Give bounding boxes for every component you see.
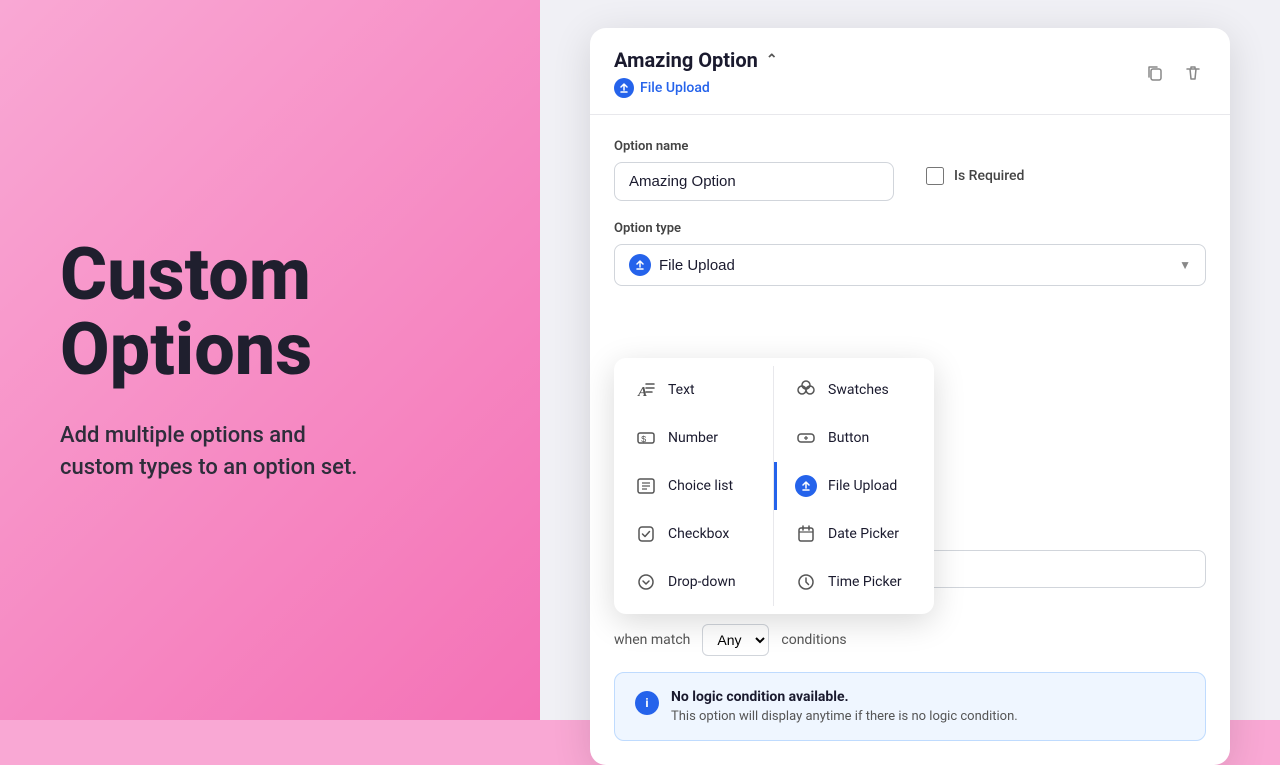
dropdown-item-text[interactable]: A Text xyxy=(614,366,773,414)
number-label: Number xyxy=(668,430,718,446)
swatches-label: Swatches xyxy=(828,382,889,398)
dropdown-item-checkbox[interactable]: Checkbox xyxy=(614,510,773,558)
dropdown-grid: A Text $ xyxy=(614,366,934,606)
card-header-actions xyxy=(1142,60,1206,86)
dropdown-col-left: A Text $ xyxy=(614,366,774,606)
option-name-input[interactable] xyxy=(614,162,894,201)
copy-icon xyxy=(1146,64,1164,82)
file-upload-badge: File Upload xyxy=(614,78,778,98)
button-icon xyxy=(794,426,818,450)
headline: Custom Options xyxy=(60,237,480,388)
option-type-label: Option type xyxy=(614,221,1206,236)
option-type-group: Option type File Upload ▼ xyxy=(614,221,1206,286)
card-body: Option name Is Required Option type xyxy=(590,115,1230,306)
logic-box-description: This option will display anytime if ther… xyxy=(671,709,1018,724)
delete-button[interactable] xyxy=(1180,60,1206,86)
text-icon: A xyxy=(634,378,658,402)
option-name-label: Option name xyxy=(614,139,894,154)
dropdown-item-time-picker[interactable]: Time Picker xyxy=(774,558,934,606)
dropdown-item-choice-list[interactable]: Choice list xyxy=(614,462,773,510)
is-required-checkbox[interactable] xyxy=(926,167,944,185)
text-label: Text xyxy=(668,382,695,398)
logic-box-title: No logic condition available. xyxy=(671,689,1018,705)
is-required-label: Is Required xyxy=(954,168,1024,184)
date-picker-label: Date Picker xyxy=(828,526,899,542)
checkbox-icon xyxy=(634,522,658,546)
option-name-group: Option name xyxy=(614,139,894,201)
card-header: Amazing Option ⌃ File Upload xyxy=(590,28,1230,115)
option-type-menu: A Text $ xyxy=(614,358,934,614)
trash-icon xyxy=(1184,64,1202,82)
svg-text:$: $ xyxy=(641,435,647,445)
upload-badge-icon xyxy=(614,78,634,98)
option-type-dropdown[interactable]: File Upload ▼ xyxy=(614,244,1206,286)
number-icon: $ xyxy=(634,426,658,450)
button-label: Button xyxy=(828,430,869,446)
dropdown-label: Drop-down xyxy=(668,574,736,590)
checkbox-label: Checkbox xyxy=(668,526,729,542)
dropdown-item-button[interactable]: Button xyxy=(774,414,934,462)
time-picker-label: Time Picker xyxy=(828,574,902,590)
is-required-row: Is Required xyxy=(926,167,1024,185)
dropdown-item-dropdown[interactable]: Drop-down xyxy=(614,558,773,606)
file-upload-label: File Upload xyxy=(828,478,897,494)
dropdown-item-file-upload[interactable]: File Upload xyxy=(774,462,934,510)
form-row-name: Option name Is Required xyxy=(614,139,1206,201)
left-panel: Custom Options Add multiple options and … xyxy=(0,0,540,720)
dropdown-col-right: Swatches Button xyxy=(774,366,934,606)
card-header-left: Amazing Option ⌃ File Upload xyxy=(614,48,778,98)
logic-info-box: i No logic condition available. This opt… xyxy=(614,672,1206,741)
logic-info-icon: i xyxy=(635,691,659,715)
logic-box-text: No logic condition available. This optio… xyxy=(671,689,1018,724)
conditions-prefix: when match xyxy=(614,632,690,648)
dropdown-trigger-left: File Upload xyxy=(629,254,735,276)
caret-up-icon: ⌃ xyxy=(766,52,778,68)
dropdown-caret-icon: ▼ xyxy=(1179,258,1191,272)
copy-button[interactable] xyxy=(1142,60,1168,86)
dropdown-item-number[interactable]: $ Number xyxy=(614,414,773,462)
dropdown-icon xyxy=(634,570,658,594)
conditions-suffix: conditions xyxy=(781,632,846,648)
option-card: Amazing Option ⌃ File Upload xyxy=(590,28,1230,765)
subtext: Add multiple options and custom types to… xyxy=(60,420,480,484)
upload-active-icon xyxy=(794,474,818,498)
swatches-icon xyxy=(794,378,818,402)
card-title: Amazing Option ⌃ xyxy=(614,48,778,72)
right-panel: Amazing Option ⌃ File Upload xyxy=(540,0,1280,720)
time-icon xyxy=(794,570,818,594)
date-icon xyxy=(794,522,818,546)
dropdown-item-swatches[interactable]: Swatches xyxy=(774,366,934,414)
dropdown-item-date-picker[interactable]: Date Picker xyxy=(774,510,934,558)
conditions-select[interactable]: Any All xyxy=(702,624,769,656)
dropdown-upload-icon xyxy=(629,254,651,276)
conditions-row: when match Any All conditions xyxy=(590,608,1230,672)
choice-list-label: Choice list xyxy=(668,478,733,494)
list-icon xyxy=(634,474,658,498)
